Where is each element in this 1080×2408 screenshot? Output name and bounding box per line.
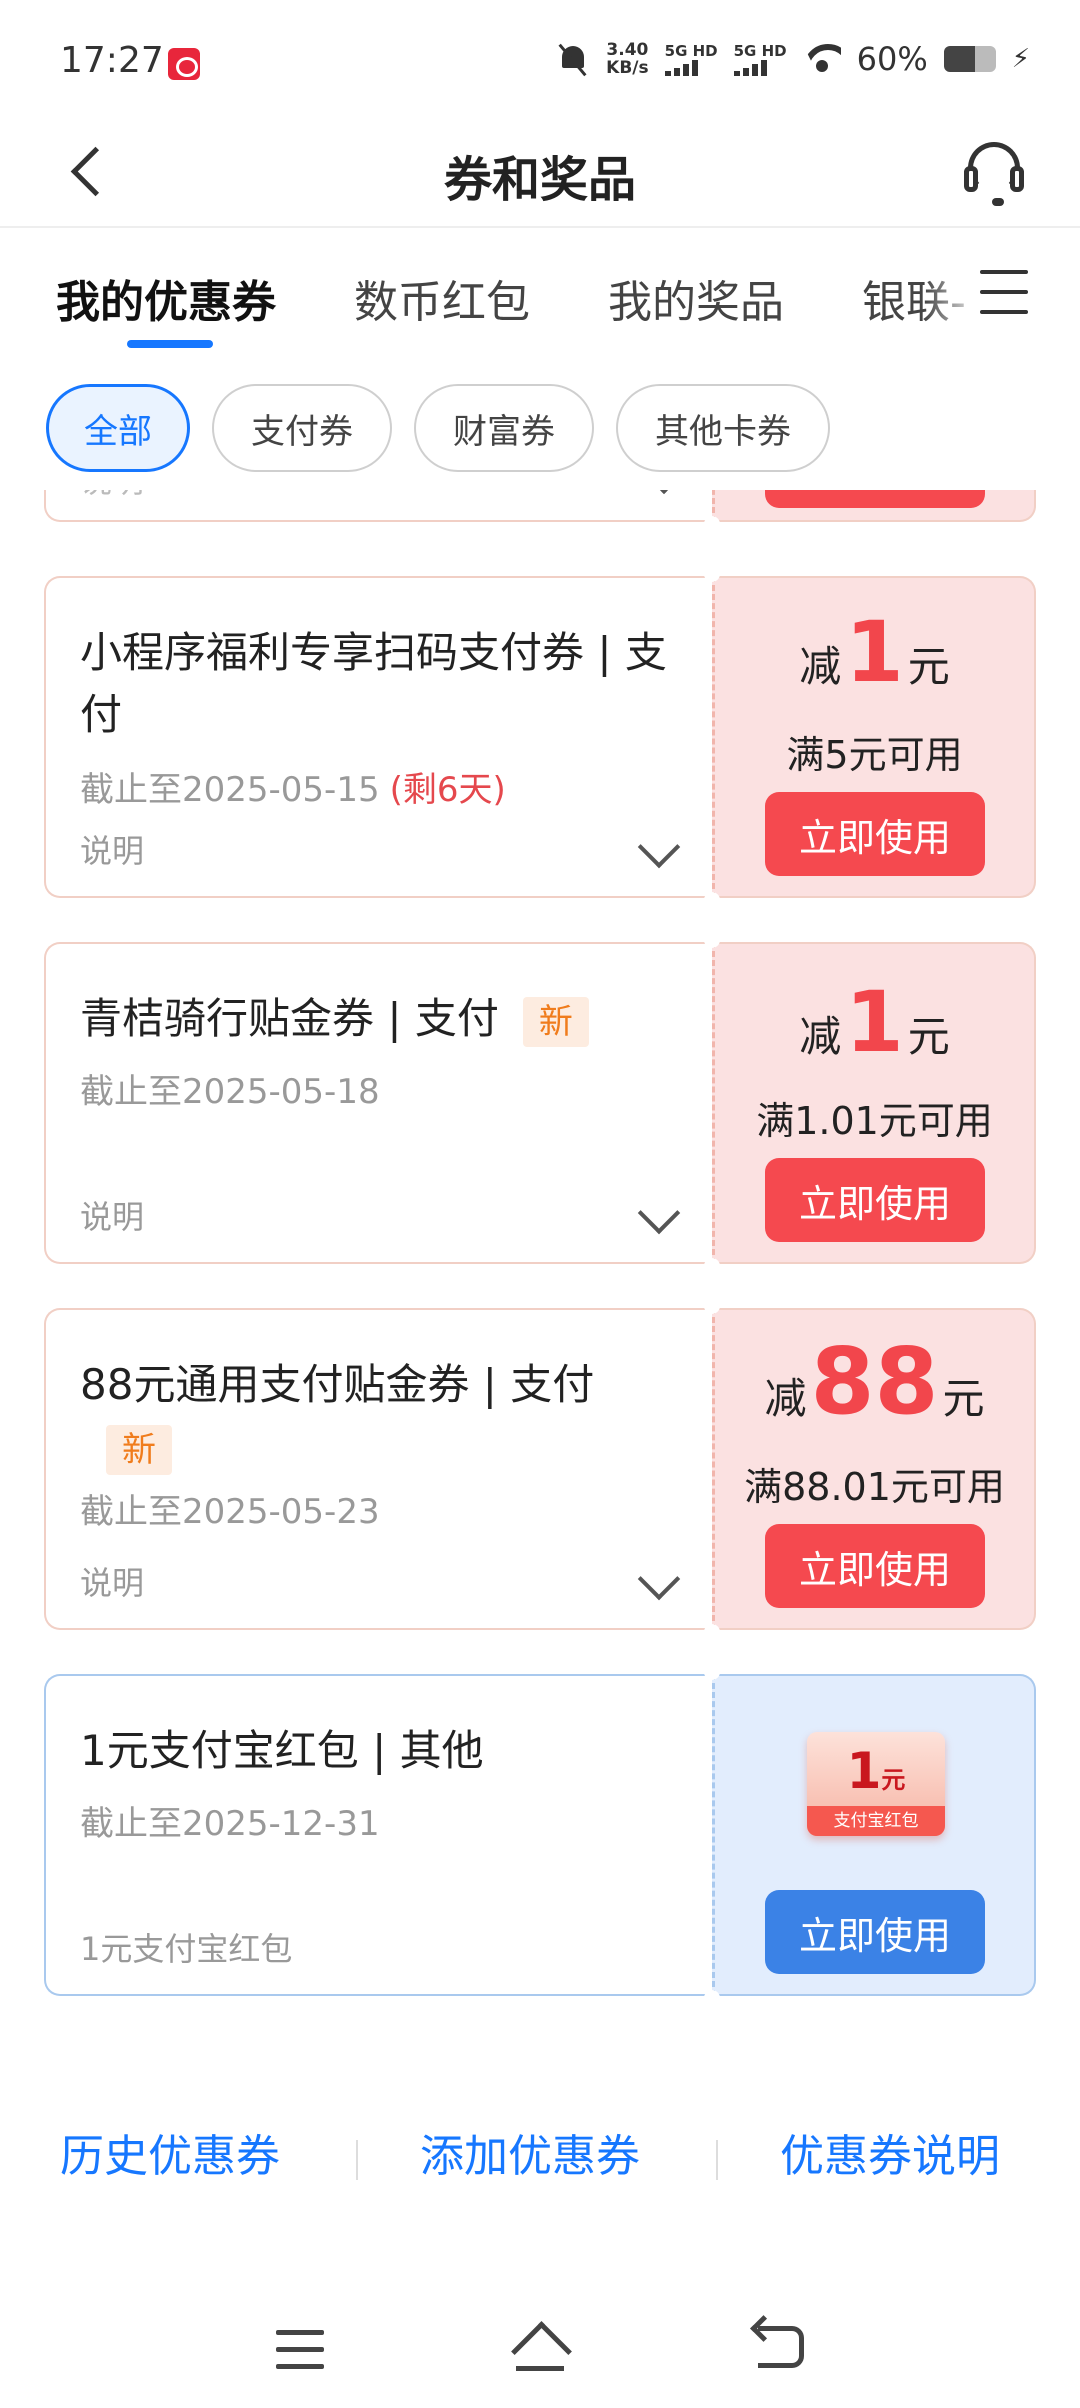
system-navigation-bar	[0, 2300, 1080, 2408]
coupon-info-link[interactable]: 优惠券说明	[780, 2120, 1000, 2184]
signal-icon-sim1: 5G HD	[664, 42, 718, 76]
coupon-card[interactable]: 88元通用支付贴金券 | 支付新 截止至2025-05-23 说明 减88元 满…	[44, 1306, 1036, 1632]
status-icons: 3.40 KB/s 5G HD 5G HD 60% ⚡	[556, 40, 1030, 78]
filter-wealth-coupons[interactable]: 财富券	[414, 384, 594, 472]
filter-payment-coupons[interactable]: 支付券	[212, 384, 392, 472]
coupon-condition: 满5元可用	[786, 733, 963, 777]
new-badge: 新	[522, 996, 589, 1047]
coupon-expiry: 截止至2025-12-31	[80, 1804, 380, 1844]
filter-chips: 全部 支付券 财富券 其他卡券	[0, 384, 1080, 474]
footer-links: 历史优惠券 添加优惠券 优惠券说明	[0, 2110, 1080, 2190]
coupon-title: 青桔骑行贴金券 | 支付新	[80, 988, 690, 1050]
coupon-amount: 减88元	[764, 1328, 985, 1435]
coupon-note: 说明	[80, 490, 144, 502]
chevron-down-icon[interactable]	[637, 1557, 681, 1601]
coupon-expiry: 截止至2025-05-23	[80, 1492, 380, 1532]
tab-my-prizes[interactable]: 我的奖品	[608, 266, 784, 330]
use-now-button[interactable]	[765, 490, 985, 508]
coupon-note: 1元支付宝红包	[80, 1930, 293, 1968]
days-remaining: (剩6天)	[389, 770, 506, 810]
coupon-note: 说明	[80, 1564, 145, 1602]
coupon-condition: 满88.01元可用	[744, 1465, 1005, 1509]
battery-icon	[943, 46, 996, 72]
tab-my-coupons[interactable]: 我的优惠券	[56, 266, 276, 330]
recent-apps-icon[interactable]	[276, 2330, 324, 2370]
chevron-down-icon[interactable]	[637, 825, 681, 869]
coupon-title: 88元通用支付贴金券 | 支付新	[80, 1354, 690, 1478]
coupon-condition: 满1.01元可用	[756, 1099, 993, 1143]
coupon-amount: 减1元	[799, 603, 950, 701]
coupon-note: 说明	[80, 832, 145, 870]
network-speed: 3.40 KB/s	[606, 40, 649, 78]
coupon-title: 1元支付宝红包 | 其他	[80, 1726, 484, 1775]
coupon-note: 说明	[80, 1198, 145, 1236]
coupon-title: 小程序福利专享扫码支付券 | 支付	[80, 628, 667, 739]
status-bar: 17:27 3.40 KB/s 5G HD 5G HD 60% ⚡	[0, 0, 1080, 120]
use-now-button[interactable]: 立即使用	[765, 1524, 985, 1608]
menu-icon[interactable]	[980, 270, 1028, 314]
charging-icon: ⚡	[1011, 44, 1030, 74]
active-tab-indicator	[127, 340, 213, 348]
coupon-card[interactable]: 青桔骑行贴金券 | 支付新 截止至2025-05-18 说明 减1元 满1.01…	[44, 940, 1036, 1266]
coupon-expiry: 截止至2025-05-15 (剩6天)	[80, 770, 506, 810]
use-now-button[interactable]: 立即使用	[765, 1158, 985, 1242]
chevron-down-icon[interactable]	[649, 490, 679, 495]
red-packet-icon: 1元 支付宝红包	[807, 1732, 945, 1836]
status-time: 17:27	[60, 40, 164, 81]
coupon-card-red-packet[interactable]: 1元支付宝红包 | 其他 截止至2025-12-31 1元支付宝红包 1元 支付…	[44, 1672, 1036, 1998]
coupon-expiry: 截止至2025-05-18	[80, 1072, 380, 1112]
battery-percent: 60%	[856, 40, 928, 78]
use-now-button[interactable]: 立即使用	[765, 792, 985, 876]
home-icon[interactable]	[510, 2322, 570, 2374]
add-coupon-link[interactable]: 添加优惠券	[420, 2120, 640, 2184]
nav-bar: 券和奖品	[0, 120, 1080, 228]
filter-all[interactable]: 全部	[46, 384, 190, 472]
signal-icon-sim2: 5G HD	[733, 42, 787, 76]
filter-other-cards[interactable]: 其他卡券	[616, 384, 830, 472]
wifi-icon	[803, 44, 841, 74]
tab-digital-red-packet[interactable]: 数币红包	[354, 266, 530, 330]
coupon-list: 说明 小程序福利专享扫码支付券 | 支付 截止至2025-05-15(剩6天) …	[0, 490, 1080, 2040]
history-coupons-link[interactable]: 历史优惠券	[60, 2120, 280, 2184]
customer-service-icon[interactable]	[964, 138, 1024, 208]
chevron-down-icon[interactable]	[637, 1191, 681, 1235]
new-badge: 新	[106, 1424, 172, 1475]
category-tabs: 我的优惠券 数币红包 我的奖品 银联-	[0, 228, 1080, 348]
mute-icon	[556, 42, 590, 76]
app-notification-icon	[168, 48, 200, 80]
use-now-button[interactable]: 立即使用	[765, 1890, 985, 1974]
coupon-card[interactable]: 小程序福利专享扫码支付券 | 支付 截止至2025-05-15 (剩6天) 说明 …	[44, 574, 1036, 900]
page-title: 券和奖品	[443, 152, 636, 208]
back-icon[interactable]	[758, 2326, 804, 2368]
coupon-card-partial[interactable]: 说明	[44, 490, 1036, 524]
coupon-amount: 减1元	[799, 973, 950, 1071]
